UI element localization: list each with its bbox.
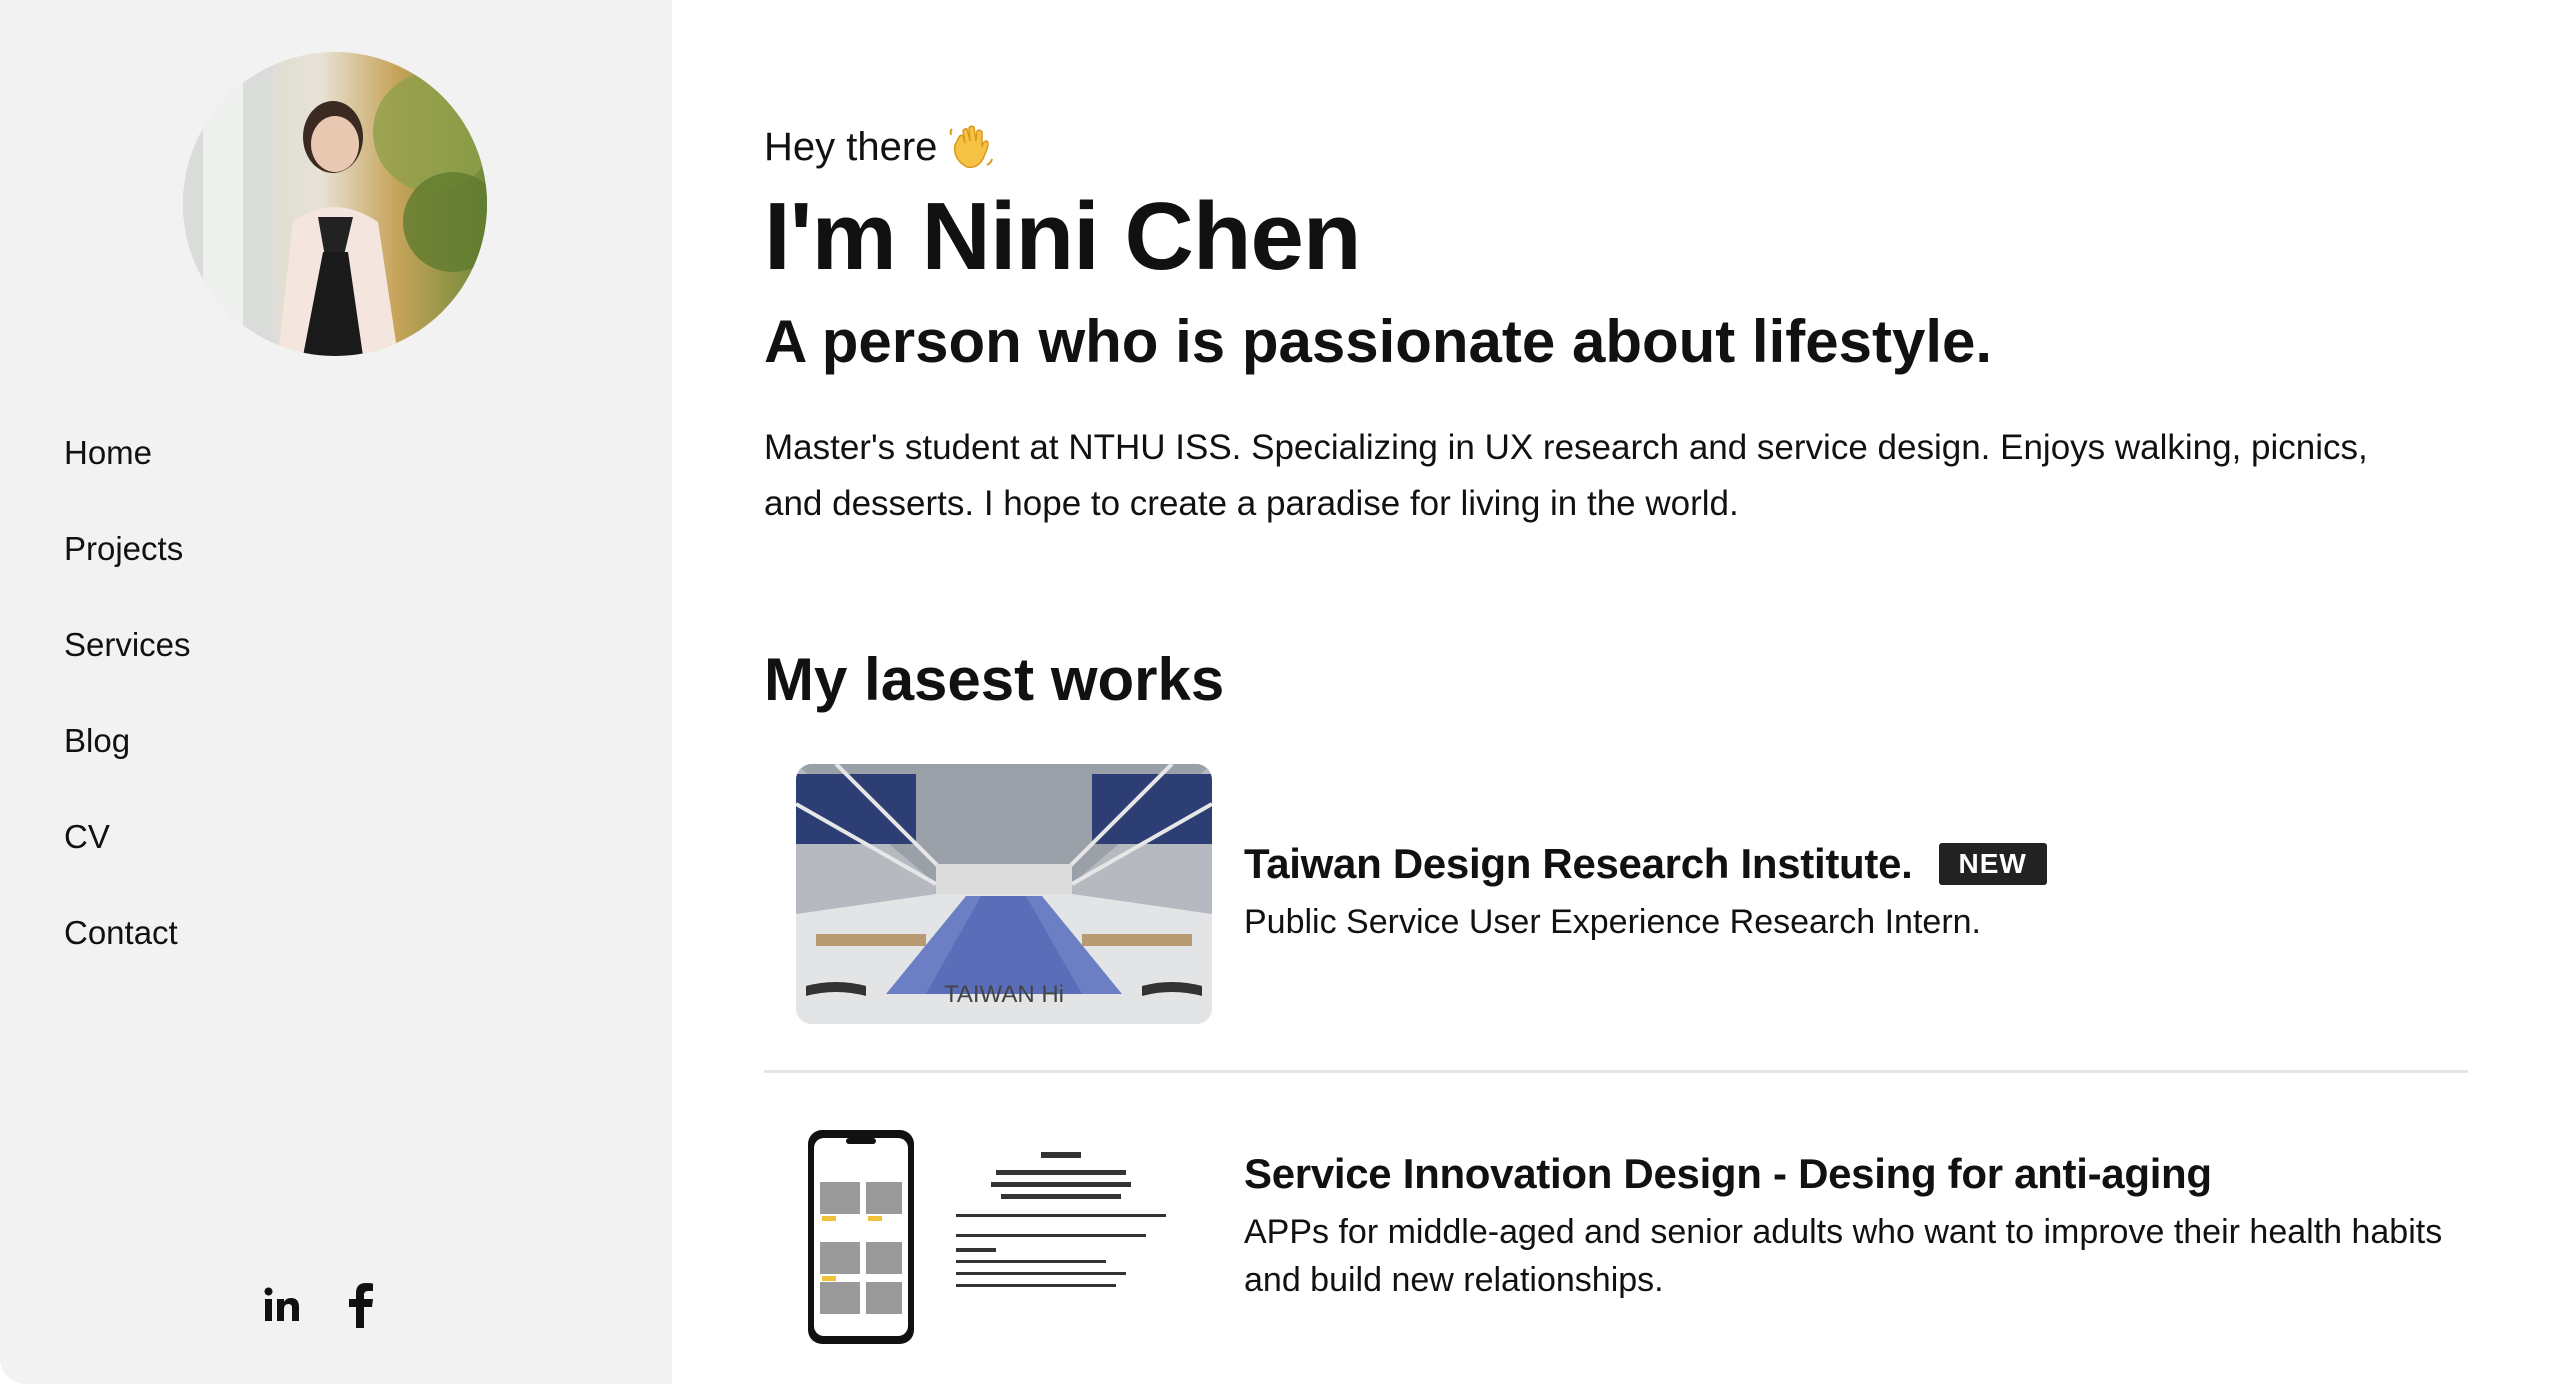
greeting-text: Hey there	[764, 124, 938, 169]
app-mockup-image	[796, 1122, 1212, 1382]
sidebar: Home Projects Services Blog CV Contact	[0, 0, 672, 1384]
hero-name: I'm Nini Chen	[764, 183, 1362, 290]
work-thumbnail[interactable]	[796, 1122, 1212, 1382]
nav-item-contact[interactable]: Contact	[64, 898, 191, 994]
waving-hand-icon	[947, 123, 995, 171]
work-card[interactable]: TAIWAN Hi Taiwan Design Research Institu…	[764, 764, 2468, 1026]
work-description: APPs for middle-aged and senior adults w…	[1244, 1213, 2443, 1299]
nav-item-projects[interactable]: Projects	[64, 514, 191, 610]
works-heading: My lasest works	[764, 646, 1225, 713]
work-title-text[interactable]: Service Innovation Design - Desing for a…	[1244, 1146, 2212, 1202]
work-title-text[interactable]: Taiwan Design Research Institute.	[1244, 836, 1913, 892]
work-thumbnail[interactable]: TAIWAN Hi	[796, 764, 1212, 1024]
divider	[764, 1070, 2468, 1073]
nav-item-blog[interactable]: Blog	[64, 706, 191, 802]
facebook-icon[interactable]	[348, 1282, 374, 1333]
work-description: Public Service User Experience Research …	[1244, 903, 1981, 941]
avatar	[183, 52, 487, 356]
nav-item-home[interactable]: Home	[64, 418, 191, 514]
nav-item-cv[interactable]: CV	[64, 802, 191, 898]
nav-item-services[interactable]: Services	[64, 610, 191, 706]
profile-photo	[183, 52, 487, 356]
new-badge: NEW	[1938, 843, 2047, 885]
main-nav: Home Projects Services Blog CV Contact	[64, 418, 191, 994]
work-title[interactable]: Taiwan Design Research Institute. NEW	[1244, 836, 2047, 892]
work-title[interactable]: Service Innovation Design - Desing for a…	[1244, 1146, 2212, 1202]
exhibition-hall-image: TAIWAN Hi	[796, 764, 1212, 1024]
work-card[interactable]: Service Innovation Design - Desing for a…	[764, 1122, 2468, 1382]
hero-tagline: A person who is passionate about lifesty…	[764, 308, 1993, 375]
hero-bio: Master's student at NTHU ISS. Specializi…	[764, 428, 2368, 523]
linkedin-icon[interactable]	[262, 1285, 302, 1330]
greeting: Hey there	[764, 123, 995, 171]
thumb-caption: TAIWAN Hi	[944, 981, 1064, 1008]
social-links	[262, 1282, 374, 1333]
